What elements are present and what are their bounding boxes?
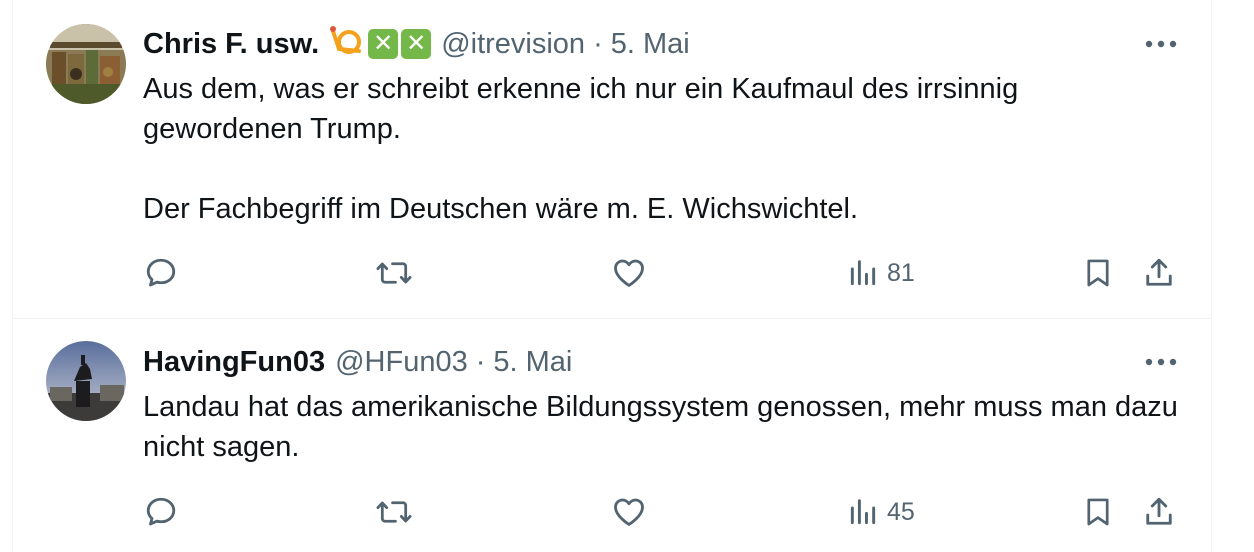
views-button[interactable]: 81 xyxy=(847,253,915,293)
tweet[interactable]: Chris F. usw. ✕ ✕ @itrevision · 5. Mai A… xyxy=(13,0,1211,319)
tweet-header: Chris F. usw. ✕ ✕ @itrevision · 5. Mai xyxy=(143,26,690,62)
heart-icon xyxy=(611,255,647,291)
display-name[interactable]: Chris F. usw. xyxy=(143,28,319,61)
separator-dot: · xyxy=(475,345,486,378)
more-options-icon[interactable] xyxy=(1141,26,1181,62)
user-handle[interactable]: @HFun03 xyxy=(335,346,468,379)
repost-button[interactable] xyxy=(375,253,413,293)
tweet-header: HavingFun03 @HFun03 · 5. Mai xyxy=(143,344,572,380)
display-name[interactable]: HavingFun03 xyxy=(143,346,325,379)
tweet-feed: Chris F. usw. ✕ ✕ @itrevision · 5. Mai A… xyxy=(12,0,1212,552)
tweet[interactable]: HavingFun03 @HFun03 · 5. Mai Landau hat … xyxy=(13,319,1211,552)
heart-icon xyxy=(611,494,647,530)
separator-dot: · xyxy=(593,27,603,60)
bookmark-icon xyxy=(1081,494,1115,530)
posthorn-icon xyxy=(329,23,365,65)
bar-chart-icon xyxy=(847,496,879,528)
share-button[interactable] xyxy=(1141,492,1177,532)
tweet-text: Aus dem, was er schreibt erkenne ich nur… xyxy=(143,73,1019,225)
view-count: 81 xyxy=(887,258,915,287)
repost-icon xyxy=(375,494,413,530)
check-box-icon: ✕ xyxy=(401,29,432,59)
reply-button[interactable] xyxy=(143,492,179,532)
like-button[interactable] xyxy=(611,253,647,293)
avatar[interactable] xyxy=(46,341,126,421)
tweet-actions: 81 xyxy=(13,253,1211,293)
name-badges: ✕ ✕ xyxy=(329,23,432,65)
more-options-icon[interactable] xyxy=(1141,344,1181,380)
repost-icon xyxy=(375,255,413,291)
like-button[interactable] xyxy=(611,492,647,532)
tweet-actions: 45 xyxy=(13,492,1211,532)
tweet-text: Landau hat das amerikanische Bildungssys… xyxy=(143,391,1186,463)
share-button[interactable] xyxy=(1141,253,1177,293)
bookmark-button[interactable] xyxy=(1081,253,1115,293)
reply-icon xyxy=(143,255,179,291)
share-icon xyxy=(1141,494,1177,530)
tweet-date[interactable]: 5. Mai xyxy=(611,28,690,61)
bookmark-icon xyxy=(1081,255,1115,291)
avatar[interactable] xyxy=(46,24,126,104)
repost-button[interactable] xyxy=(375,492,413,532)
view-count: 45 xyxy=(887,497,915,526)
reply-button[interactable] xyxy=(143,253,179,293)
tweet-date[interactable]: 5. Mai xyxy=(493,346,572,379)
check-box-icon: ✕ xyxy=(368,29,399,59)
share-icon xyxy=(1141,255,1177,291)
bookmark-button[interactable] xyxy=(1081,492,1115,532)
user-handle[interactable]: @itrevision xyxy=(441,28,585,61)
bar-chart-icon xyxy=(847,257,879,289)
views-button[interactable]: 45 xyxy=(847,492,915,532)
reply-icon xyxy=(143,494,179,530)
